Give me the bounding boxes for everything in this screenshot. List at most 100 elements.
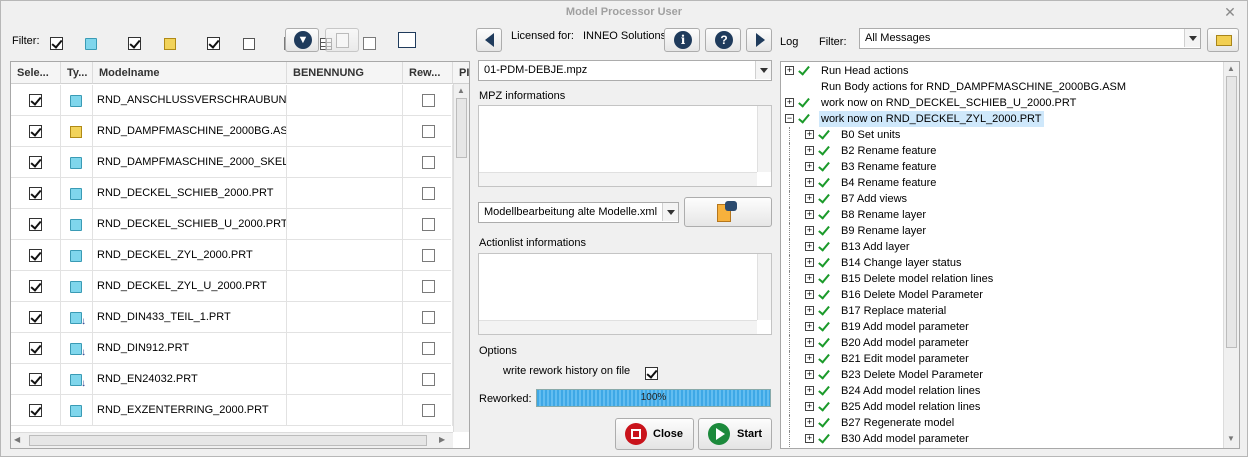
log-line[interactable]: Run Body actions for RND_DAMPFMASCHINE_2… [781,79,1221,95]
expand-icon[interactable]: + [805,354,814,363]
mpz-info-vscroll[interactable] [757,106,771,172]
row-select-checkbox[interactable] [29,94,42,107]
start-button[interactable]: Start [698,418,772,450]
filter-part-checkbox[interactable] [50,37,63,50]
actionlist-info-vscroll[interactable] [757,254,771,320]
table-row[interactable]: RND_DECKEL_ZYL_U_2000.PRT [11,271,453,302]
apply-filter-button[interactable]: ▼ [285,28,319,52]
actionlist-info-textarea[interactable] [478,253,772,335]
row-rework-checkbox[interactable] [422,280,435,293]
mpz-info-hscroll[interactable] [479,172,757,186]
table-row[interactable]: ↓ RND_DIN433_TEIL_1.PRT [11,302,453,333]
expand-icon[interactable]: + [805,274,814,283]
scroll-up-icon[interactable]: ▲ [457,86,465,95]
log-line[interactable]: + B27 Regenerate model [781,415,1221,431]
expand-icon[interactable]: + [785,66,794,75]
table-row[interactable]: RND_DECKEL_SCHIEB_2000.PRT [11,178,453,209]
table-row[interactable]: ↓ RND_DIN912.PRT [11,333,453,364]
log-line[interactable]: + B14 Change layer status [781,255,1221,271]
col-benennung[interactable]: BENENNUNG [287,62,403,84]
table-row[interactable]: RND_DAMPFMASCHINE_2000BG.ASM [11,116,453,147]
log-line[interactable]: + B19 Add model parameter [781,319,1221,335]
log-line[interactable]: + B21 Edit model parameter [781,351,1221,367]
col-pi[interactable]: PI [453,62,469,84]
open-log-folder-button[interactable] [1207,28,1239,52]
log-line[interactable]: + B2 Rename feature [781,143,1221,159]
filter-other-checkbox[interactable] [362,37,376,50]
write-history-checkbox[interactable] [644,367,658,380]
expand-icon[interactable]: + [805,370,814,379]
expand-icon[interactable]: + [805,210,814,219]
row-select-checkbox[interactable] [29,187,42,200]
table-row[interactable]: RND_DAMPFMASCHINE_2000_SKEL... [11,147,453,178]
scroll-left-icon[interactable]: ◀ [14,435,20,444]
log-line[interactable]: + B30 Add model parameter [781,431,1221,447]
log-line[interactable]: + B16 Delete Model Parameter [781,287,1221,303]
expand-icon[interactable]: + [805,290,814,299]
log-line[interactable]: + B8 Rename layer [781,207,1221,223]
filter-asm-checkbox[interactable] [128,37,142,50]
row-rework-checkbox[interactable] [422,94,435,107]
scroll-right-icon[interactable]: ▶ [439,435,445,444]
log-line[interactable]: − work now on RND_DECKEL_ZYL_2000.PRT [781,111,1221,127]
row-select-checkbox[interactable] [29,280,42,293]
row-rework-checkbox[interactable] [422,373,435,386]
row-rework-checkbox[interactable] [422,404,435,417]
row-select-checkbox[interactable] [29,373,42,386]
log-line[interactable]: + B23 Delete Model Parameter [781,367,1221,383]
expand-icon[interactable]: + [805,434,814,443]
table-row[interactable]: ↓ RND_EN24032.PRT [11,364,453,395]
expand-icon[interactable]: + [805,338,814,347]
col-modelname[interactable]: Modelname [93,62,287,84]
row-select-checkbox[interactable] [29,218,42,231]
col-type[interactable]: Ty... [61,62,93,84]
row-rework-checkbox[interactable] [422,187,435,200]
table-row[interactable]: RND_ANSCHLUSSVERSCHRAUBUN... [11,85,453,116]
grid-horizontal-scrollbar[interactable]: ◀ ▶ [11,432,453,448]
grid-vertical-scrollbar[interactable]: ▲ [453,84,469,432]
row-rework-checkbox[interactable] [422,342,435,355]
help-button[interactable]: ? [705,28,741,52]
expand-icon[interactable]: + [805,306,814,315]
grid-vscroll-thumb[interactable] [456,98,467,158]
log-filter-select[interactable]: All Messages [859,28,1201,49]
log-line[interactable]: + B3 Rename feature [781,159,1221,175]
mpz-info-textarea[interactable] [478,105,772,187]
table-row[interactable]: RND_DECKEL_SCHIEB_U_2000.PRT [11,209,453,240]
log-line[interactable]: + B0 Set units [781,127,1221,143]
expand-icon[interactable]: + [805,146,814,155]
log-vscroll-thumb[interactable] [1226,76,1237,348]
scroll-down-icon[interactable]: ▼ [1227,434,1235,443]
row-rework-checkbox[interactable] [422,249,435,262]
expand-icon[interactable]: + [805,178,814,187]
close-window-icon[interactable]: ✕ [1223,5,1237,19]
edit-actionlist-button[interactable] [684,197,772,227]
expand-icon[interactable]: + [805,242,814,251]
mpz-file-select[interactable]: 01-PDM-DEBJE.mpz [478,60,772,81]
info-button[interactable]: i [664,28,700,52]
row-select-checkbox[interactable] [29,125,42,138]
expand-icon[interactable]: + [805,418,814,427]
row-rework-checkbox[interactable] [422,156,435,169]
row-select-checkbox[interactable] [29,249,42,262]
row-select-checkbox[interactable] [29,404,42,417]
table-row[interactable]: RND_EXZENTERRING_2000.PRT [11,395,453,426]
col-select[interactable]: Sele... [11,62,61,84]
actionlist-select[interactable]: Modellbearbeitung alte Modelle.xml [478,202,679,223]
log-line[interactable]: + B25 Add model relation lines [781,399,1221,415]
expand-icon[interactable]: + [805,162,814,171]
filter-drawing-checkbox[interactable] [207,37,221,50]
row-select-checkbox[interactable] [29,156,42,169]
log-line[interactable]: + B17 Replace material [781,303,1221,319]
log-line[interactable]: + work now on RND_DECKEL_SCHIEB_U_2000.PR… [781,95,1221,111]
row-select-checkbox[interactable] [29,342,42,355]
previous-button[interactable] [476,28,502,52]
expand-icon[interactable]: + [805,130,814,139]
expand-icon[interactable]: + [805,386,814,395]
expand-icon[interactable]: + [805,194,814,203]
scroll-up-icon[interactable]: ▲ [1227,64,1235,73]
row-select-checkbox[interactable] [29,311,42,324]
log-line[interactable]: + B15 Delete model relation lines [781,271,1221,287]
grid-hscroll-thumb[interactable] [29,435,427,446]
collapse-icon[interactable]: − [785,114,794,123]
